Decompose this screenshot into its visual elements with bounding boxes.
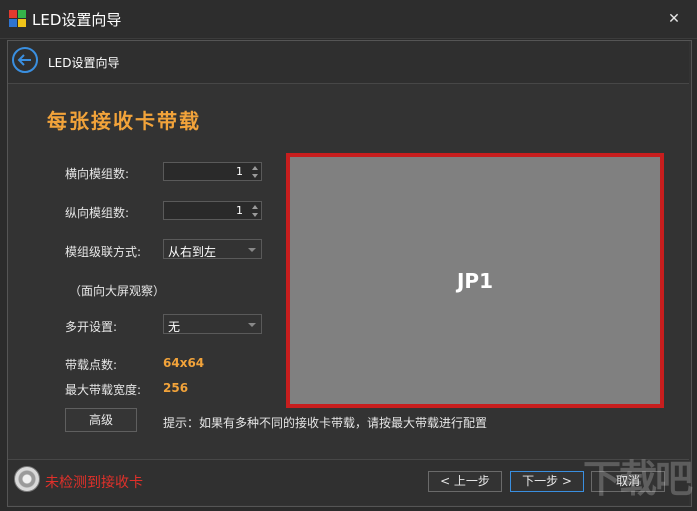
max-width-label: 最大带载宽度: — [65, 383, 142, 397]
multi-open-select[interactable]: 无 — [163, 314, 262, 334]
module-preview: JP1 — [286, 153, 664, 408]
chevron-down-icon — [248, 323, 256, 327]
app-logo-icon — [9, 10, 26, 27]
vertical-modules-value: 1 — [236, 204, 243, 217]
disc-icon — [14, 466, 40, 492]
back-button[interactable] — [12, 47, 38, 73]
preview-label: JP1 — [456, 269, 493, 293]
view-hint: （面向大屏观察） — [69, 284, 166, 298]
multi-open-value: 无 — [168, 320, 181, 334]
config-tip: 提示：如果有多种不同的接收卡带载，请按最大带载进行配置 — [163, 416, 488, 430]
nav-title: LED设置向导 — [48, 56, 120, 70]
cascade-mode-value: 从右到左 — [168, 245, 217, 259]
close-button[interactable]: ✕ — [651, 0, 697, 38]
load-points-value: 64x64 — [163, 356, 205, 370]
vertical-modules-label: 纵向模组数: — [65, 206, 130, 220]
horizontal-modules-value: 1 — [236, 165, 243, 178]
status-text: 未检测到接收卡 — [45, 475, 143, 491]
multi-open-label: 多开设置: — [65, 320, 118, 334]
title-bar: LED设置向导 ✕ — [0, 0, 697, 39]
horizontal-modules-stepper[interactable]: 1 — [163, 162, 262, 181]
advanced-button[interactable]: 高级 — [65, 408, 137, 432]
load-points-label: 带载点数: — [65, 358, 118, 372]
cascade-mode-label: 模组级联方式: — [65, 245, 142, 259]
horizontal-modules-label: 横向模组数: — [65, 167, 130, 181]
watermark-text: 下载吧 — [582, 457, 693, 501]
chevron-down-icon — [248, 248, 256, 252]
vertical-modules-stepper[interactable]: 1 — [163, 201, 262, 220]
max-width-value: 256 — [163, 381, 189, 395]
page-heading: 每张接收卡带载 — [47, 109, 201, 133]
spin-down-icon[interactable] — [252, 174, 258, 178]
next-button[interactable]: 下一步 > — [510, 471, 584, 492]
cascade-mode-select[interactable]: 从右到左 — [163, 239, 262, 259]
prev-button[interactable]: < 上一步 — [428, 471, 502, 492]
close-icon: ✕ — [668, 11, 680, 27]
spin-up-icon[interactable] — [252, 205, 258, 209]
back-arrow-icon — [17, 54, 31, 66]
spin-up-icon[interactable] — [252, 166, 258, 170]
spin-down-icon[interactable] — [252, 213, 258, 217]
window-title: LED设置向导 — [32, 11, 122, 29]
